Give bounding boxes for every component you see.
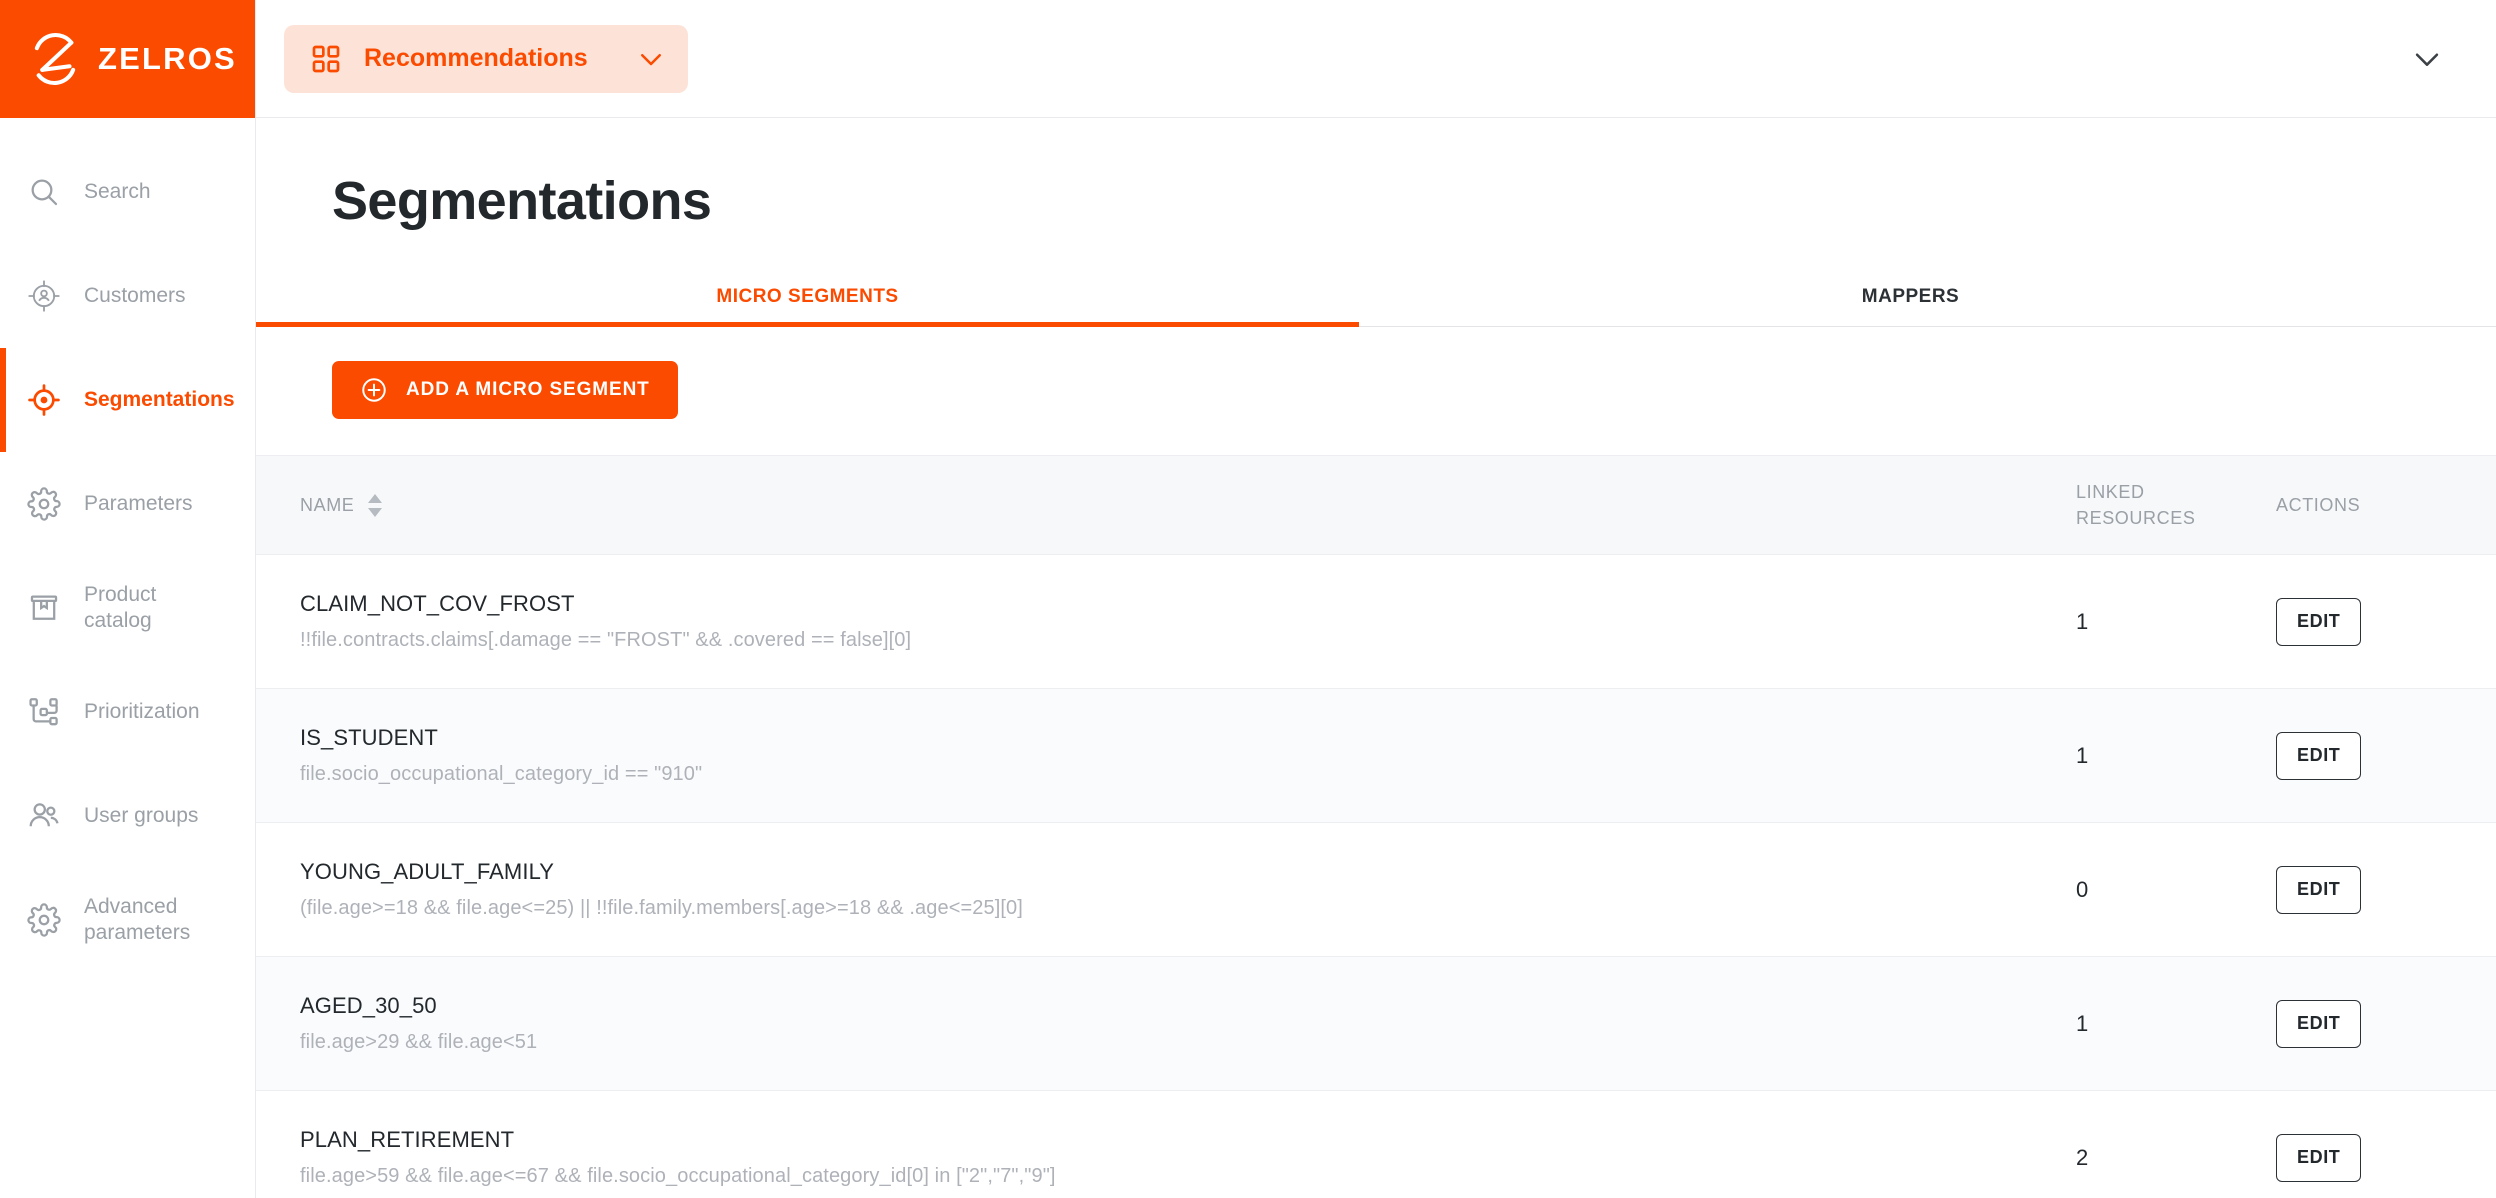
- table-row: PLAN_RETIREMENT file.age>59 && file.age<…: [256, 1091, 2496, 1198]
- target-icon: [26, 382, 62, 418]
- toolbar: ADD A MICRO SEGMENT: [256, 327, 2496, 419]
- sidebar-item-label: Advanced parameters: [84, 894, 191, 944]
- segment-name: YOUNG_ADULT_FAMILY: [300, 859, 555, 884]
- box-icon: [26, 590, 62, 626]
- segment-expression: (file.age>=18 && file.age<=25) || !!file…: [300, 897, 1023, 919]
- segment-name: CLAIM_NOT_COV_FROST: [300, 591, 575, 616]
- column-header-name-label: NAME: [300, 494, 355, 515]
- app-switcher[interactable]: Recommendations: [284, 24, 688, 93]
- brand-logo[interactable]: ZELROS: [0, 0, 255, 118]
- cell-linked-resources: 0: [2076, 876, 2089, 902]
- page-content: Segmentations MICRO SEGMENTS MAPPERS ADD…: [256, 118, 2496, 1198]
- sidebar-item-label: Customers: [84, 283, 186, 307]
- tab-bar: MICRO SEGMENTS MAPPERS: [256, 274, 2496, 327]
- page-title: Segmentations: [332, 171, 712, 231]
- cell-actions: EDIT: [2276, 999, 2496, 1048]
- column-header-linked-resources: LINKED RESOURCES: [2076, 479, 2276, 531]
- tab-mappers[interactable]: MAPPERS: [1359, 274, 2462, 326]
- segment-name: AGED_30_50: [300, 993, 437, 1018]
- cell-linked-resources: 2: [2076, 1144, 2089, 1170]
- sidebar-item-customers[interactable]: Customers: [0, 244, 255, 348]
- table-header-row: NAME LINKED RESOURCES ACTIONS: [256, 455, 2496, 555]
- cell-linked-resources: 1: [2076, 742, 2089, 768]
- sidebar-item-label: Product catalog: [84, 582, 157, 632]
- segment-expression: file.age>59 && file.age<=67 && file.soci…: [300, 1165, 1056, 1187]
- cell-name: CLAIM_NOT_COV_FROST !!file.contracts.cla…: [300, 591, 2076, 652]
- table-row: IS_STUDENT file.socio_occupational_categ…: [256, 689, 2496, 822]
- sidebar-item-label: User groups: [84, 803, 199, 827]
- users-icon: [26, 798, 62, 834]
- cell-actions: EDIT: [2276, 865, 2496, 914]
- account-chevron-down-icon[interactable]: [2410, 42, 2444, 76]
- micro-segments-table: NAME LINKED RESOURCES ACTIONS CLAIM_NOT_…: [256, 455, 2496, 1198]
- segment-name: PLAN_RETIREMENT: [300, 1127, 515, 1152]
- tab-label: MICRO SEGMENTS: [716, 286, 899, 307]
- sidebar: ZELROS Search Customers Segmentations Pa…: [0, 0, 256, 1198]
- customer-target-icon: [26, 278, 62, 314]
- sort-arrows-icon[interactable]: [368, 493, 383, 517]
- sidebar-item-search[interactable]: Search: [0, 140, 255, 244]
- cell-actions: EDIT: [2276, 597, 2496, 646]
- sidebar-item-product-catalog[interactable]: Product catalog: [0, 556, 255, 660]
- segment-expression: !!file.contracts.claims[.damage == "FROS…: [300, 629, 912, 651]
- sidebar-item-user-groups[interactable]: User groups: [0, 764, 255, 868]
- app-root: ZELROS Search Customers Segmentations Pa…: [0, 0, 2496, 1198]
- table-row: CLAIM_NOT_COV_FROST !!file.contracts.cla…: [256, 555, 2496, 688]
- sidebar-item-advanced-parameters[interactable]: Advanced parameters: [0, 868, 255, 972]
- tab-label: MAPPERS: [1861, 286, 1960, 307]
- add-micro-segment-button[interactable]: ADD A MICRO SEGMENT: [332, 361, 678, 419]
- edit-button[interactable]: EDIT: [2276, 865, 2362, 914]
- app-switcher-label: Recommendations: [364, 44, 588, 72]
- cell-linked-resources: 1: [2076, 1010, 2089, 1036]
- column-header-linked-line2: RESOURCES: [2076, 508, 2196, 528]
- column-header-actions: ACTIONS: [2276, 494, 2361, 515]
- edit-button[interactable]: EDIT: [2276, 1133, 2362, 1182]
- nodes-icon: [26, 694, 62, 730]
- grid-icon: [310, 43, 342, 75]
- sidebar-item-label: Prioritization: [84, 699, 200, 723]
- sidebar-item-prioritization[interactable]: Prioritization: [0, 660, 255, 764]
- sidebar-item-label: Search: [84, 179, 151, 203]
- sidebar-item-label: Parameters: [84, 491, 193, 515]
- segment-name: IS_STUDENT: [300, 725, 438, 750]
- table-row: AGED_30_50 file.age>29 && file.age<51 1 …: [256, 957, 2496, 1090]
- cell-name: IS_STUDENT file.socio_occupational_categ…: [300, 725, 2076, 786]
- sidebar-item-label: Segmentations: [84, 387, 235, 411]
- sidebar-nav: Search Customers Segmentations Parameter…: [0, 118, 255, 972]
- sidebar-item-segmentations[interactable]: Segmentations: [0, 348, 255, 452]
- topbar: Recommendations: [256, 0, 2496, 118]
- zelros-logo-icon: [26, 30, 84, 88]
- edit-button[interactable]: EDIT: [2276, 597, 2362, 646]
- cell-actions: EDIT: [2276, 731, 2496, 780]
- edit-button[interactable]: EDIT: [2276, 731, 2362, 780]
- brand-name: ZELROS: [98, 41, 237, 76]
- plus-circle-icon: [360, 376, 388, 404]
- cell-name: AGED_30_50 file.age>29 && file.age<51: [300, 993, 2076, 1054]
- cell-actions: EDIT: [2276, 1133, 2496, 1182]
- segment-expression: file.socio_occupational_category_id == "…: [300, 763, 703, 785]
- column-header-linked-line1: LINKED: [2076, 481, 2145, 502]
- search-icon: [26, 174, 62, 210]
- tab-micro-segments[interactable]: MICRO SEGMENTS: [256, 274, 1359, 327]
- edit-button[interactable]: EDIT: [2276, 999, 2362, 1048]
- gear-icon: [26, 902, 62, 938]
- cell-linked-resources: 1: [2076, 608, 2089, 634]
- column-header-name[interactable]: NAME: [300, 493, 2076, 517]
- table-row: YOUNG_ADULT_FAMILY (file.age>=18 && file…: [256, 823, 2496, 956]
- gear-icon: [26, 486, 62, 522]
- cell-name: YOUNG_ADULT_FAMILY (file.age>=18 && file…: [300, 859, 2076, 920]
- main-area: Recommendations Segmentations MICRO SEGM…: [256, 0, 2496, 1198]
- segment-expression: file.age>29 && file.age<51: [300, 1031, 538, 1053]
- cell-name: PLAN_RETIREMENT file.age>59 && file.age<…: [300, 1127, 2076, 1188]
- sidebar-item-parameters[interactable]: Parameters: [0, 452, 255, 556]
- add-micro-segment-label: ADD A MICRO SEGMENT: [406, 379, 650, 400]
- chevron-down-icon: [636, 44, 666, 74]
